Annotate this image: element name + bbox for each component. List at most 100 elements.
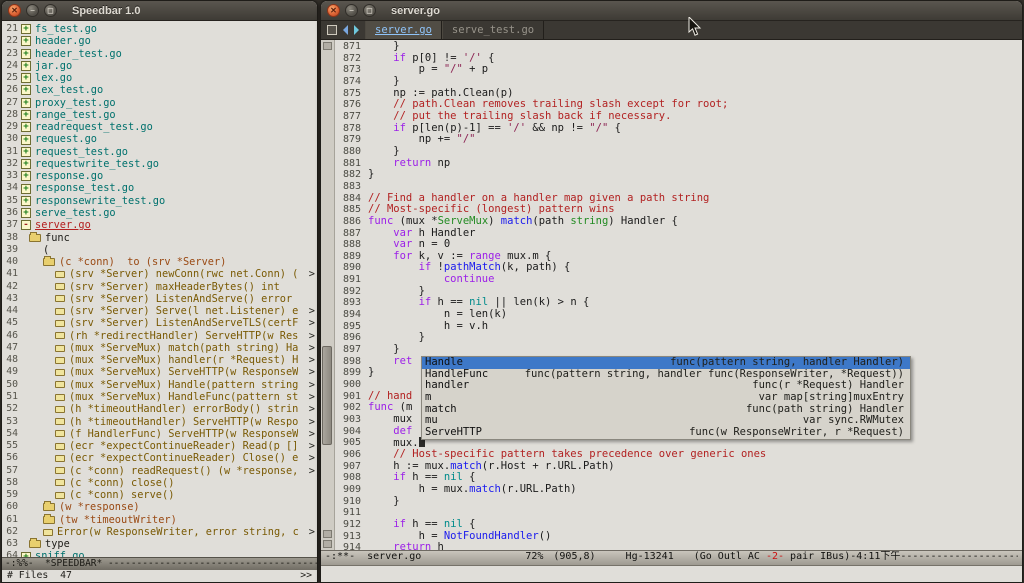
speedbar-item-label[interactable]: serve_test.go xyxy=(35,207,116,219)
speedbar-item-label[interactable]: proxy_test.go xyxy=(35,97,116,109)
speedbar-item-label[interactable]: (srv *Server) ListenAndServeTLS(certF xyxy=(69,317,298,329)
speedbar-item-label[interactable]: (srv *Server) ListenAndServe() error xyxy=(69,293,292,305)
expand-icon[interactable]: + xyxy=(21,24,31,34)
speedbar-row[interactable]: 33+response.go xyxy=(2,170,317,182)
code-line[interactable]: 882} xyxy=(335,169,1022,181)
speedbar-row[interactable]: 59(c *conn) serve() xyxy=(2,489,317,501)
speedbar-item-label[interactable]: fs_test.go xyxy=(35,23,97,35)
expand-icon[interactable]: + xyxy=(21,49,31,59)
expand-icon[interactable]: + xyxy=(21,61,31,71)
speedbar-row[interactable]: 45(srv *Server) ListenAndServeTLS(certF> xyxy=(2,317,317,329)
speedbar-item-label[interactable]: (srv *Server) maxHeaderBytes() int xyxy=(69,281,280,293)
speedbar-row[interactable]: 60(w *response) xyxy=(2,501,317,513)
code-line[interactable]: 891 continue xyxy=(335,274,1022,286)
speedbar-item-label[interactable]: readrequest_test.go xyxy=(35,121,153,133)
speedbar-item-label[interactable]: (srv *Server) Serve(l net.Listener) e xyxy=(69,305,298,317)
tab-serve-test-go[interactable]: serve_test.go xyxy=(442,21,544,39)
speedbar-titlebar[interactable]: ✕ − ◻ Speedbar 1.0 xyxy=(2,1,317,21)
editor-titlebar[interactable]: ✕ − ◻ server.go xyxy=(321,1,1022,21)
code-line[interactable]: 896 } xyxy=(335,332,1022,344)
speedbar-item-label[interactable]: func xyxy=(45,232,70,244)
speedbar-row[interactable]: 39( xyxy=(2,244,317,256)
code-line[interactable]: 873 p = "/" + p xyxy=(335,64,1022,76)
speedbar-row[interactable]: 22+header.go xyxy=(2,35,317,47)
speedbar-item-label[interactable]: jar.go xyxy=(35,60,72,72)
speedbar-row[interactable]: 58(c *conn) close() xyxy=(2,477,317,489)
expand-icon[interactable]: + xyxy=(21,73,31,83)
vertical-scrollbar[interactable] xyxy=(321,40,335,550)
completion-item[interactable]: Handlefunc(pattern string, handler Handl… xyxy=(422,357,910,369)
speedbar-row[interactable]: 28+range_test.go xyxy=(2,109,317,121)
code-line[interactable]: 879 np += "/" xyxy=(335,134,1022,146)
speedbar-row[interactable]: 26+lex_test.go xyxy=(2,84,317,96)
speedbar-row[interactable]: 34+response_test.go xyxy=(2,182,317,194)
collapse-icon[interactable]: - xyxy=(21,220,31,230)
speedbar-row[interactable]: 24+jar.go xyxy=(2,60,317,72)
maximize-button-icon[interactable]: ◻ xyxy=(44,4,57,17)
speedbar-row[interactable]: 29+readrequest_test.go xyxy=(2,121,317,133)
code-line[interactable]: 914 return h xyxy=(335,542,1022,550)
expand-icon[interactable]: + xyxy=(21,147,31,157)
speedbar-scroll-indicator[interactable]: >> xyxy=(300,570,312,582)
speedbar-item-label[interactable]: server.go xyxy=(35,219,91,231)
speedbar-row[interactable]: 46(rh *redirectHandler) ServeHTTP(w Res> xyxy=(2,330,317,342)
speedbar-row[interactable]: 48(mux *ServeMux) handler(r *Request) H> xyxy=(2,354,317,366)
code-line[interactable]: 910 } xyxy=(335,496,1022,508)
speedbar-item-label[interactable]: (w *response) xyxy=(59,501,140,513)
speedbar-item-label[interactable]: sniff.go xyxy=(35,550,85,557)
minimize-button-icon[interactable]: − xyxy=(345,4,358,17)
speedbar-row[interactable]: 35+responsewrite_test.go xyxy=(2,195,317,207)
speedbar-row[interactable]: 50(mux *ServeMux) Handle(pattern string> xyxy=(2,379,317,391)
code-line[interactable]: 897 } xyxy=(335,344,1022,356)
speedbar-row[interactable]: 41(srv *Server) newConn(rwc net.Conn) (> xyxy=(2,268,317,280)
expand-icon[interactable]: + xyxy=(21,110,31,120)
speedbar-row[interactable]: 54(f HandlerFunc) ServeHTTP(w ResponseW> xyxy=(2,428,317,440)
completion-item[interactable]: handlerfunc(r *Request) Handler xyxy=(422,380,910,392)
close-button-icon[interactable]: ✕ xyxy=(8,4,21,17)
speedbar-row[interactable]: 27+proxy_test.go xyxy=(2,97,317,109)
maximize-button-icon[interactable]: ◻ xyxy=(363,4,376,17)
speedbar-row[interactable]: 30+request.go xyxy=(2,133,317,145)
home-icon[interactable] xyxy=(327,25,337,35)
speedbar-item-label[interactable]: response.go xyxy=(35,170,103,182)
speedbar-item-label[interactable]: range_test.go xyxy=(35,109,116,121)
speedbar-item-label[interactable]: (mux *ServeMux) match(path string) Ha xyxy=(69,342,298,354)
speedbar-item-label[interactable]: (c *conn) serve() xyxy=(69,489,174,501)
speedbar-row[interactable]: 32+requestwrite_test.go xyxy=(2,158,317,170)
speedbar-item-label[interactable]: (ecr *expectContinueReader) Read(p [] xyxy=(69,440,298,452)
completion-item[interactable]: HandleFuncfunc(pattern string, handler f… xyxy=(422,369,910,381)
speedbar-item-label[interactable]: (h *timeoutHandler) errorBody() strin xyxy=(69,403,298,415)
speedbar-row[interactable]: 53(h *timeoutHandler) ServeHTTP(w Respo> xyxy=(2,416,317,428)
scrollbar-thumb[interactable] xyxy=(322,346,332,445)
speedbar-item-label[interactable]: (c *conn) to (srv *Server) xyxy=(59,256,226,268)
speedbar-item-label[interactable]: request.go xyxy=(35,133,97,145)
speedbar-row[interactable]: 64+sniff.go xyxy=(2,550,317,557)
code-line[interactable]: 909 h = mux.match(r.URL.Path) xyxy=(335,484,1022,496)
speedbar-item-label[interactable]: ( xyxy=(43,244,49,256)
code-area[interactable]: Handlefunc(pattern string, handler Handl… xyxy=(335,40,1022,550)
expand-icon[interactable]: + xyxy=(21,85,31,95)
speedbar-row[interactable]: 43(srv *Server) ListenAndServe() error xyxy=(2,293,317,305)
completion-item[interactable]: ServeHTTPfunc(w ResponseWriter, r *Reque… xyxy=(422,427,910,439)
speedbar-item-label[interactable]: Error(w ResponseWriter, error string, c xyxy=(57,526,299,538)
speedbar-row[interactable]: 57(c *conn) readRequest() (w *response,> xyxy=(2,465,317,477)
speedbar-row[interactable]: 61(tw *timeoutWriter) xyxy=(2,514,317,526)
speedbar-item-label[interactable]: response_test.go xyxy=(35,182,134,194)
speedbar-row[interactable]: 55(ecr *expectContinueReader) Read(p []> xyxy=(2,440,317,452)
speedbar-item-label[interactable]: responsewrite_test.go xyxy=(35,195,165,207)
expand-icon[interactable]: + xyxy=(21,98,31,108)
speedbar-item-label[interactable]: (mux *ServeMux) ServeHTTP(w ResponseW xyxy=(69,366,298,378)
scroll-left-icon[interactable] xyxy=(343,25,348,35)
expand-icon[interactable]: + xyxy=(21,135,31,145)
code-line[interactable]: 881 return np xyxy=(335,158,1022,170)
speedbar-item-label[interactable]: (h *timeoutHandler) ServeHTTP(w Respo xyxy=(69,416,298,428)
speedbar-row[interactable]: 38func xyxy=(2,232,317,244)
speedbar-item-label[interactable]: (mux *ServeMux) Handle(pattern string xyxy=(69,379,298,391)
speedbar-item-label[interactable]: (srv *Server) newConn(rwc net.Conn) ( xyxy=(69,268,298,280)
speedbar-item-label[interactable]: (f HandlerFunc) ServeHTTP(w ResponseW xyxy=(69,428,298,440)
speedbar-row[interactable]: 37-server.go xyxy=(2,219,317,231)
code-line[interactable]: 895 h = v.h xyxy=(335,321,1022,333)
speedbar-item-label[interactable]: requestwrite_test.go xyxy=(35,158,159,170)
expand-icon[interactable]: + xyxy=(21,171,31,181)
completion-item[interactable]: mvar map[string]muxEntry xyxy=(422,392,910,404)
